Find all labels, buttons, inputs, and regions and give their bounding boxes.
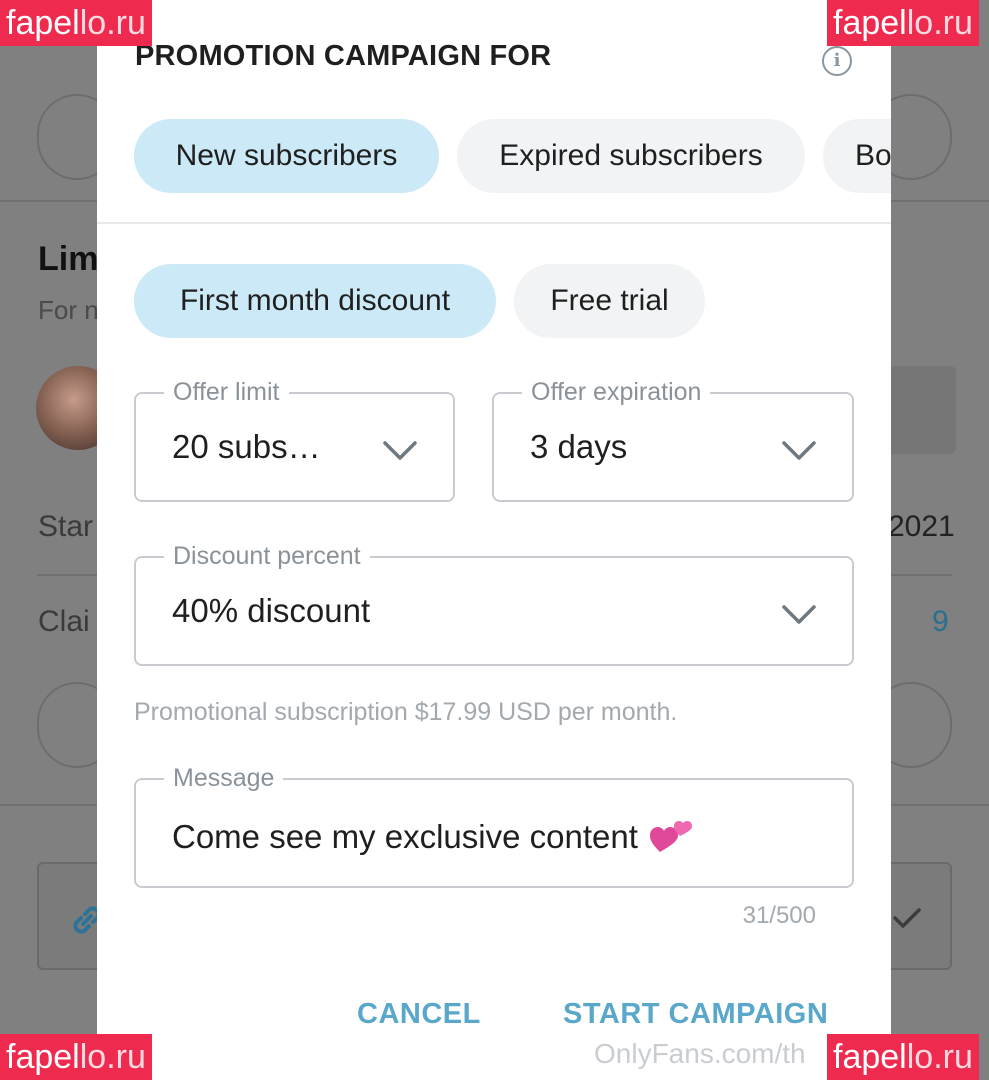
message-label: Message [164, 763, 284, 793]
watermark-bottom-right: fapello.ru [827, 1034, 979, 1080]
chevron-down-icon [382, 440, 418, 462]
bg-claims-label: Clai [38, 605, 90, 638]
discount-percent-label: Discount percent [164, 541, 370, 571]
chevron-down-icon [781, 604, 817, 626]
discount-percent-value: 40% discount [172, 592, 371, 629]
offer-first-month-discount[interactable]: First month discount [134, 264, 496, 338]
discount-percent-select[interactable]: Discount percent 40% discount [134, 541, 854, 666]
promotion-campaign-dialog: PROMOTION CAMPAIGN FOR i New subscribers… [97, 0, 891, 1080]
bg-claims-value: 9 [932, 605, 949, 638]
watermark-top-right: fapello.ru [827, 0, 979, 46]
section-divider [97, 222, 891, 224]
watermark-bottom-left: fapello.ru [0, 1034, 152, 1080]
promotional-price-text: Promotional subscription $17.99 USD per … [134, 698, 678, 726]
offer-expiration-label: Offer expiration [522, 377, 711, 407]
offer-expiration-select[interactable]: Offer expiration 3 days [492, 377, 854, 502]
footer-url: OnlyFans.com/th [594, 1038, 806, 1069]
message-value: Come see my exclusive content [172, 814, 694, 856]
message-text: Come see my exclusive content [172, 818, 638, 855]
check-icon [893, 908, 921, 928]
offer-limit-select[interactable]: Offer limit 20 subs… [134, 377, 455, 502]
bg-start-value: 2021 [888, 510, 955, 543]
bg-start-label: Star [38, 510, 94, 543]
info-icon[interactable]: i [822, 46, 852, 76]
tab-new-subscribers[interactable]: New subscribers [134, 119, 439, 193]
offer-expiration-value: 3 days [530, 428, 628, 465]
cancel-button[interactable]: CANCEL [357, 998, 481, 1031]
offer-limit-value: 20 subs… [172, 428, 321, 465]
dialog-title: PROMOTION CAMPAIGN FOR [135, 40, 552, 72]
watermark-top-left: fapello.ru [0, 0, 152, 46]
bg-limited-sub: For n [38, 295, 99, 325]
chevron-down-icon [781, 440, 817, 462]
tab-expired-subscribers[interactable]: Expired subscribers [457, 119, 805, 193]
offer-limit-label: Offer limit [164, 377, 289, 407]
character-counter: 31/500 [742, 902, 816, 929]
offer-free-trial[interactable]: Free trial [514, 264, 705, 338]
two-hearts-icon [649, 821, 692, 852]
audience-tabs: New subscribers Expired subscribers Bo [134, 119, 891, 193]
bg-limited-heading: Lim [38, 240, 99, 278]
start-campaign-button[interactable]: START CAMPAIGN [563, 998, 828, 1031]
tab-both[interactable]: Bo [823, 119, 891, 193]
message-field[interactable]: Message Come see my exclusive content [134, 763, 854, 888]
